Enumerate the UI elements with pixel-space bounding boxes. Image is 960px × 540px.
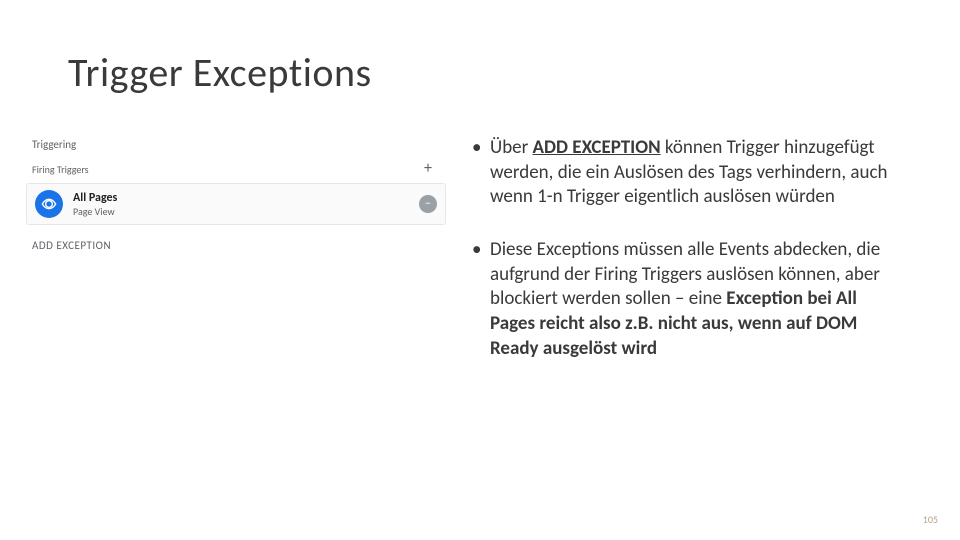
slide-title: Trigger Exceptions — [68, 48, 372, 97]
page-number: 105 — [923, 513, 938, 526]
bullet-1-underline: ADD EXCEPTION — [533, 136, 661, 159]
firing-triggers-label: Firing Triggers — [32, 163, 89, 176]
firing-triggers-row: Firing Triggers + — [26, 159, 446, 179]
add-trigger-icon[interactable]: + — [424, 161, 440, 177]
add-exception-button[interactable]: ADD EXCEPTION — [26, 231, 446, 256]
bullet-list: Über ADD EXCEPTION können Trigger hinzug… — [472, 136, 904, 390]
section-label-triggering: Triggering — [26, 134, 446, 159]
bullet-1-text-pre: Über — [490, 136, 533, 159]
pageview-icon — [35, 190, 63, 218]
gtm-triggering-panel: Triggering Firing Triggers + All Pages P… — [26, 134, 446, 256]
trigger-text: All Pages Page View — [73, 191, 419, 218]
trigger-card-all-pages[interactable]: All Pages Page View − — [26, 183, 446, 225]
trigger-type: Page View — [73, 205, 419, 218]
trigger-name: All Pages — [73, 191, 419, 205]
bullet-1: Über ADD EXCEPTION können Trigger hinzug… — [472, 136, 904, 210]
bullet-2: Diese Exceptions müssen alle Events abde… — [472, 238, 904, 361]
remove-trigger-icon[interactable]: − — [419, 195, 437, 213]
